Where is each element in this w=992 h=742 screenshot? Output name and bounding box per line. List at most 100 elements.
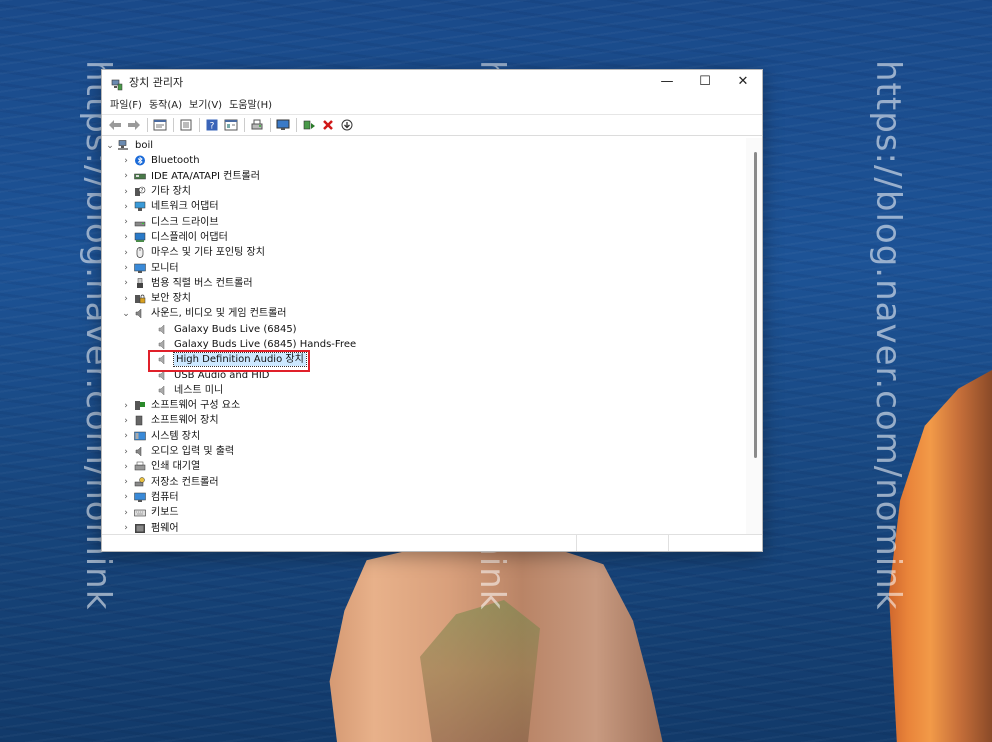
expand-chevron-icon[interactable]: › [121, 217, 131, 227]
tree-category[interactable]: › 디스플레이 어댑터 [102, 230, 746, 245]
vertical-scrollbar[interactable] [746, 138, 762, 534]
tree-category[interactable]: › 보안 장치 [102, 291, 746, 306]
expand-chevron-icon[interactable]: › [121, 156, 131, 166]
tree-category-label: 소프트웨어 구성 요소 [151, 400, 241, 412]
tree-category[interactable]: › 저장소 컨트롤러 [102, 475, 746, 490]
tree-category[interactable]: ⌄ 사운드, 비디오 및 게임 컨트롤러 [102, 306, 746, 321]
speaker-icon [157, 339, 169, 350]
tree-category[interactable]: › 소프트웨어 구성 요소 [102, 398, 746, 413]
expand-chevron-icon[interactable]: › [121, 477, 131, 487]
collapse-chevron-icon[interactable]: ⌄ [105, 141, 115, 151]
expand-chevron-icon[interactable]: › [121, 508, 131, 518]
status-segment [668, 535, 669, 551]
tree-category[interactable]: › 인쇄 대기열 [102, 459, 746, 474]
tree-device[interactable]: Galaxy Buds Live (6845) [102, 322, 746, 337]
download-icon[interactable] [338, 117, 355, 133]
tree-category[interactable]: › 키보드 [102, 505, 746, 520]
collapse-chevron-icon[interactable]: ⌄ [121, 309, 131, 319]
speaker-icon [157, 324, 169, 335]
tree-category-label: 저장소 컨트롤러 [151, 476, 219, 488]
tree-category[interactable]: › 네트워크 어댑터 [102, 199, 746, 214]
tree-category[interactable]: › 디스크 드라이브 [102, 214, 746, 229]
view-icon[interactable] [222, 117, 239, 133]
device-manager-window: 장치 관리자 — ☐ ✕ 파일(F) 동작(A) 보기(V) 도움말(H) ? [101, 69, 763, 552]
expand-chevron-icon[interactable]: › [121, 416, 131, 426]
expand-chevron-icon[interactable]: › [121, 462, 131, 472]
expand-chevron-icon[interactable]: › [121, 187, 131, 197]
print-icon[interactable] [248, 117, 265, 133]
toolbar-separator [199, 118, 200, 132]
tree-category-label: 오디오 입력 및 출력 [151, 446, 235, 458]
tree-category[interactable]: › 마우스 및 기타 포인팅 장치 [102, 245, 746, 260]
toolbar-separator [147, 118, 148, 132]
tree-category-label: 컴퓨터 [151, 491, 179, 503]
expand-chevron-icon[interactable]: › [121, 202, 131, 212]
tree-category[interactable]: › 소프트웨어 장치 [102, 413, 746, 428]
menu-action[interactable]: 동작(A) [148, 96, 188, 111]
tree-category-label: 키보드 [151, 507, 179, 519]
expand-chevron-icon[interactable]: › [121, 431, 131, 441]
tree-category-label: Bluetooth [151, 155, 200, 167]
expand-chevron-icon[interactable]: › [121, 171, 131, 181]
menu-view[interactable]: 보기(V) [188, 96, 228, 111]
forward-icon[interactable] [125, 117, 142, 133]
tree-category[interactable]: › 펌웨어 [102, 520, 746, 534]
scrollbar-thumb[interactable] [754, 152, 757, 458]
expand-chevron-icon[interactable]: › [121, 278, 131, 288]
expand-chevron-icon[interactable]: › [121, 263, 131, 273]
title-bar[interactable]: 장치 관리자 — ☐ ✕ [102, 70, 762, 93]
tree-category[interactable]: › 범용 직렬 버스 컨트롤러 [102, 276, 746, 291]
tree-category-label: 네트워크 어댑터 [151, 201, 219, 213]
list-icon[interactable] [177, 117, 194, 133]
close-button[interactable]: ✕ [724, 70, 762, 93]
expand-chevron-icon[interactable]: › [121, 248, 131, 258]
audio-io-icon [134, 446, 146, 457]
device-manager-icon [111, 76, 123, 90]
expand-chevron-icon[interactable]: › [121, 523, 131, 533]
uninstall-icon[interactable] [319, 117, 336, 133]
speaker-icon [157, 385, 169, 396]
maximize-button[interactable]: ☐ [686, 70, 724, 93]
expand-chevron-icon[interactable]: › [121, 294, 131, 304]
tree-category-label: 범용 직렬 버스 컨트롤러 [151, 277, 253, 289]
tree-device-label: Galaxy Buds Live (6845) [174, 323, 297, 335]
tree-category-label: 소프트웨어 장치 [151, 415, 219, 427]
device-tree[interactable]: ⌄ boil › Bluetooth › IDE ATA/ATAPI 컨트롤러 ›? 기타… [102, 138, 746, 534]
toolbar: ? [102, 114, 762, 136]
expand-chevron-icon[interactable]: › [121, 401, 131, 411]
software-device-icon [134, 415, 146, 426]
tree-category-label: 기타 장치 [151, 186, 191, 198]
toolbar-separator [296, 118, 297, 132]
menu-file[interactable]: 파일(F) [109, 96, 148, 111]
expand-chevron-icon[interactable]: › [121, 232, 131, 242]
update-driver-icon[interactable] [300, 117, 317, 133]
tree-category-label: 디스크 드라이브 [151, 216, 219, 228]
tree-category-label: 시스템 장치 [151, 430, 201, 442]
tree-category-label: 인쇄 대기열 [151, 461, 201, 473]
tree-category[interactable]: ›? 기타 장치 [102, 184, 746, 199]
monitor-icon [134, 263, 146, 274]
back-icon[interactable] [106, 117, 123, 133]
tree-device[interactable]: 네스트 미니 [102, 383, 746, 398]
tree-category[interactable]: › 모니터 [102, 260, 746, 275]
tree-device-label: 네스트 미니 [174, 384, 224, 396]
tree-category[interactable]: › 시스템 장치 [102, 429, 746, 444]
help-icon[interactable]: ? [203, 117, 220, 133]
security-device-icon [134, 293, 146, 304]
tree-category[interactable]: › Bluetooth [102, 153, 746, 168]
expand-chevron-icon[interactable]: › [121, 447, 131, 457]
minimize-button[interactable]: — [648, 70, 686, 93]
tree-category[interactable]: › 컴퓨터 [102, 490, 746, 505]
software-component-icon [134, 400, 146, 411]
menu-help[interactable]: 도움말(H) [228, 96, 278, 111]
tree-category[interactable]: › 오디오 입력 및 출력 [102, 444, 746, 459]
toolbar-separator [244, 118, 245, 132]
svg-text:?: ? [209, 122, 214, 132]
monitor-icon[interactable] [274, 117, 291, 133]
speaker-icon [134, 308, 146, 320]
tree-category[interactable]: › IDE ATA/ATAPI 컨트롤러 [102, 169, 746, 184]
expand-chevron-icon[interactable]: › [121, 492, 131, 502]
properties-icon[interactable] [151, 117, 168, 133]
tree-category-label: 사운드, 비디오 및 게임 컨트롤러 [151, 308, 287, 320]
tree-root[interactable]: ⌄ boil [102, 138, 746, 153]
